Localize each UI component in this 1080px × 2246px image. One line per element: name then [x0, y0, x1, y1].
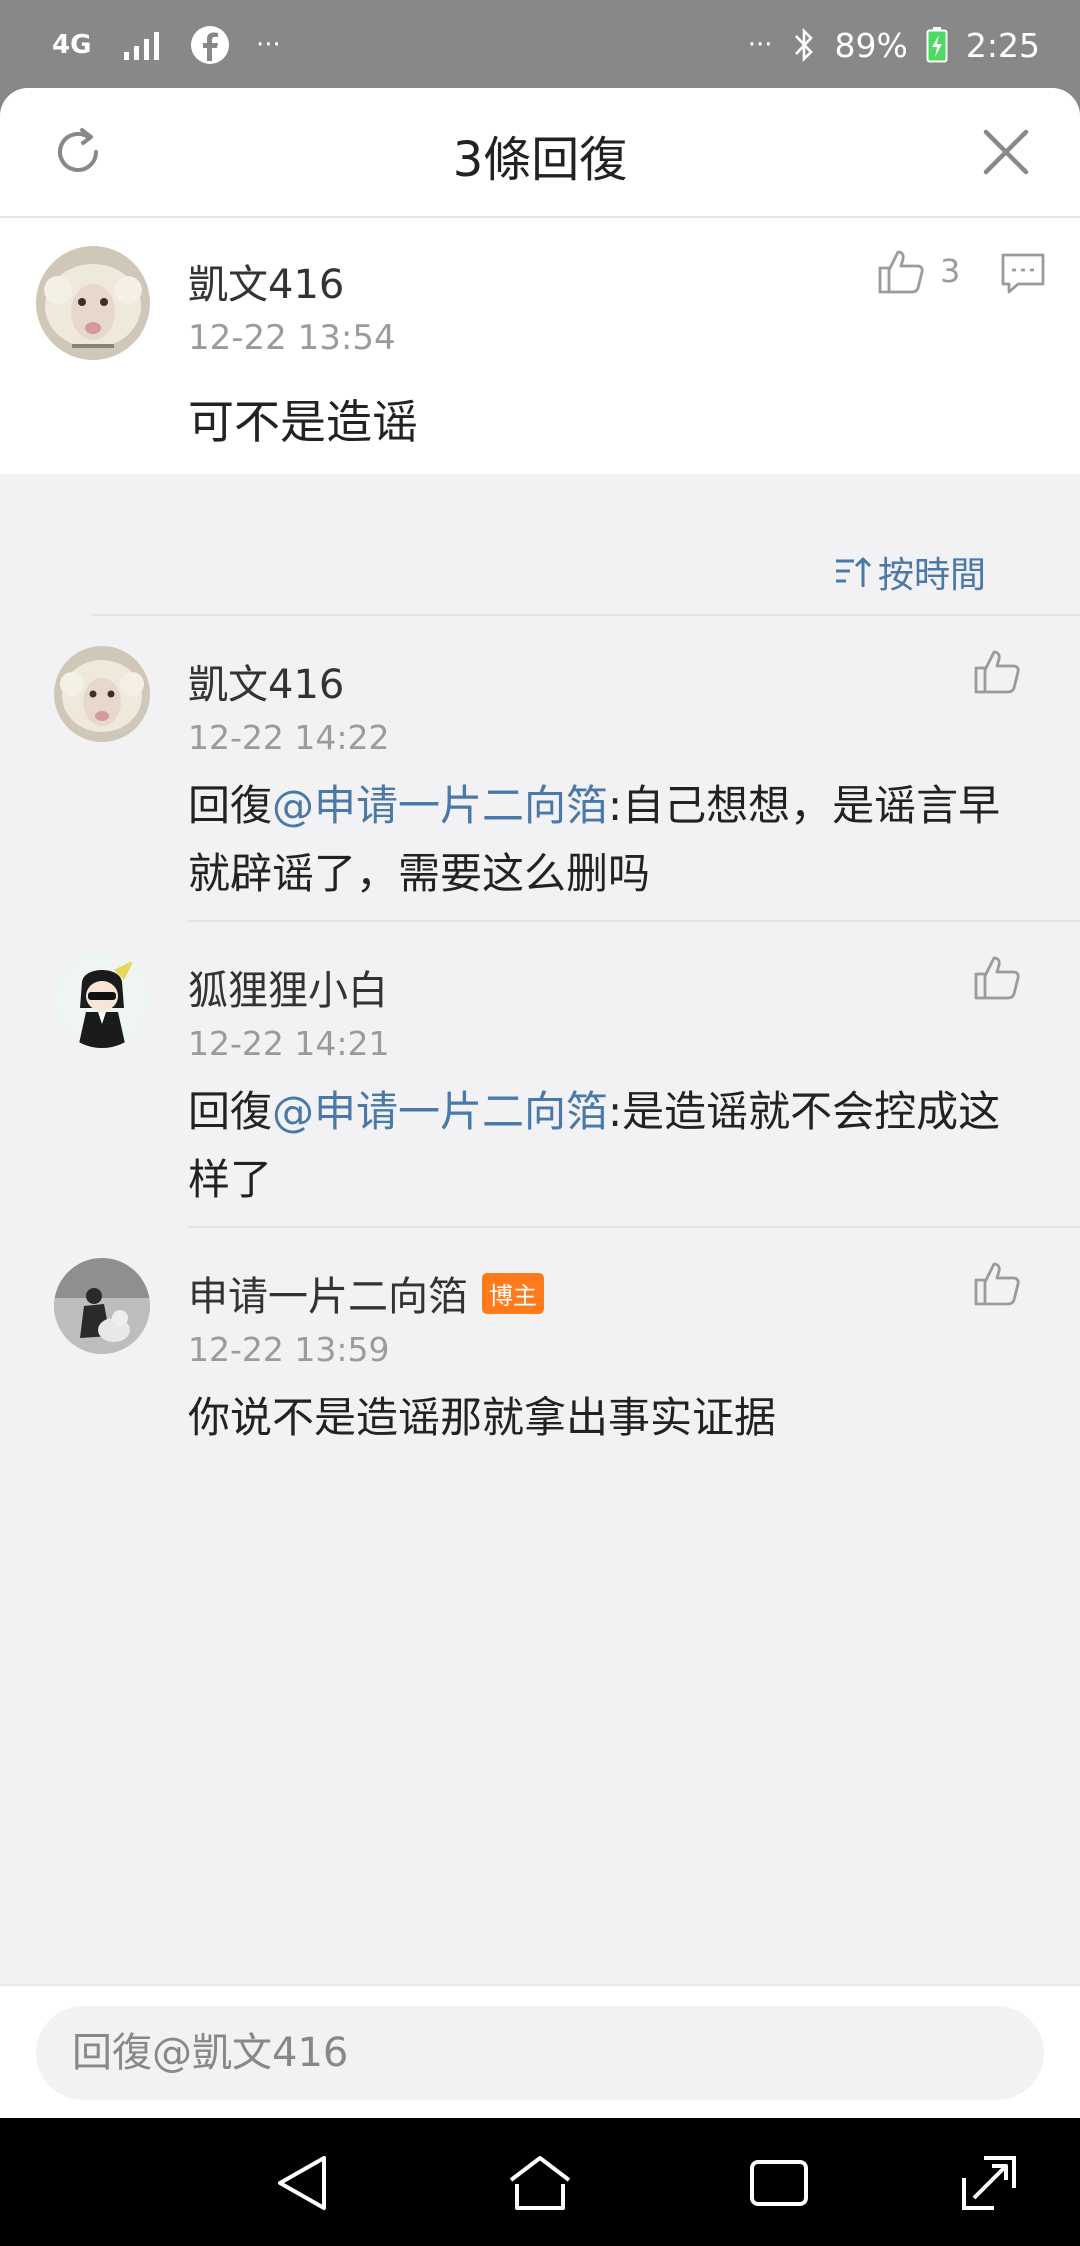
screenshot-icon[interactable]: [956, 2150, 1022, 2216]
avatar[interactable]: [54, 1258, 150, 1354]
reply-author[interactable]: 凱文416: [188, 652, 344, 710]
reply-text: 回復@申请一片二向箔:自己想想，是谣言早就辟谣了，需要这么删吗: [188, 772, 1008, 908]
recents-icon[interactable]: [746, 2150, 812, 2216]
avatar[interactable]: [54, 952, 150, 1048]
reply-input-bar: [0, 1984, 1080, 2118]
reply-prefix: 回復: [188, 1087, 273, 1136]
close-icon[interactable]: [980, 126, 1032, 178]
list-item: 凱文416 12-22 14:22 回復@申请一片二向箔:自己想想，是谣言早就辟…: [0, 616, 1080, 922]
reply-author[interactable]: 狐狸狸小白: [188, 958, 388, 1016]
battery-charging-icon: [926, 27, 948, 63]
mention-link[interactable]: @申请一片二向箔: [272, 781, 608, 830]
sheet-header: 3條回復: [0, 88, 1080, 218]
home-icon[interactable]: [507, 2150, 573, 2216]
status-more-left: ···: [256, 30, 281, 60]
list-item: 狐狸狸小白 12-22 14:21 回復@申请一片二向箔:是造谣就不会控成这样了: [0, 922, 1080, 1228]
status-bar: 4G ··· ··· 89% 2:25: [0, 0, 1080, 88]
facebook-icon: [191, 26, 229, 64]
reply-input[interactable]: [36, 2006, 1044, 2100]
photo-avatar-icon: [54, 1258, 150, 1354]
navigation-bar: [0, 2118, 1080, 2246]
thumbs-up-icon[interactable]: [972, 952, 1022, 1002]
avatar[interactable]: [54, 646, 150, 742]
clock: 2:25: [965, 25, 1040, 65]
thumbs-up-icon[interactable]: [876, 246, 926, 296]
bluetooth-icon: [794, 27, 813, 63]
main-comment: 凱文416 12-22 13:54 可不是造谣 3: [0, 218, 1080, 474]
sort-label: 按時間: [877, 555, 986, 596]
replies-panel: 按時間 凱文416 12-22 14:22 回復@申请一片二向箔:自己想想，是谣…: [0, 504, 1080, 1984]
status-more-right: ···: [747, 30, 773, 60]
reply-author[interactable]: 申请一片二向箔 博主: [188, 1264, 544, 1322]
back-icon[interactable]: [270, 2150, 336, 2216]
reply-text: 回復@申请一片二向箔:是造谣就不会控成这样了: [188, 1078, 1008, 1214]
thumbs-up-icon[interactable]: [972, 646, 1022, 696]
commenter-name[interactable]: 凱文416: [188, 252, 344, 310]
network-type: 4G: [52, 30, 92, 60]
sort-button[interactable]: 按時間: [834, 546, 986, 598]
like-count: 3: [940, 252, 961, 290]
sheep-avatar-icon: [36, 246, 150, 360]
comment-text: 可不是造谣: [188, 395, 418, 449]
reply-time: 12-22 14:22: [188, 718, 390, 757]
sort-icon: [835, 557, 872, 587]
replies-sheet: 3條回復 凱文416 12-22 13:54 可不是造谣 3 按時間 凱文416…: [0, 88, 1080, 2118]
reply-prefix: 回復: [188, 781, 273, 830]
mention-link[interactable]: @申请一片二向箔: [272, 1087, 608, 1136]
list-item: 申请一片二向箔 博主 12-22 13:59 你说不是造谣那就拿出事实证据: [0, 1228, 1080, 1448]
reply-time: 12-22 14:21: [188, 1024, 390, 1063]
reply-author-name: 狐狸狸小白: [188, 968, 388, 1014]
reply-content: 你说不是造谣那就拿出事实证据: [188, 1393, 777, 1442]
reply-time: 12-22 13:59: [188, 1330, 390, 1369]
page-title: 3條回復: [452, 132, 628, 188]
reply-author-name: 申请一片二向箔: [188, 1274, 468, 1320]
cartoon-avatar-icon: [54, 952, 150, 1048]
author-badge: 博主: [482, 1272, 544, 1314]
comment-icon[interactable]: [1000, 252, 1046, 296]
avatar[interactable]: [36, 246, 150, 360]
sort-row: 按時間: [92, 504, 1080, 616]
thumbs-up-icon[interactable]: [972, 1258, 1022, 1308]
sheep-avatar-icon: [54, 646, 150, 742]
reply-text: 你说不是造谣那就拿出事实证据: [188, 1384, 1008, 1452]
signal-icon: [124, 32, 159, 60]
reply-author-name: 凱文416: [188, 662, 345, 708]
comment-time: 12-22 13:54: [188, 318, 396, 358]
battery-percent: 89%: [834, 25, 908, 65]
